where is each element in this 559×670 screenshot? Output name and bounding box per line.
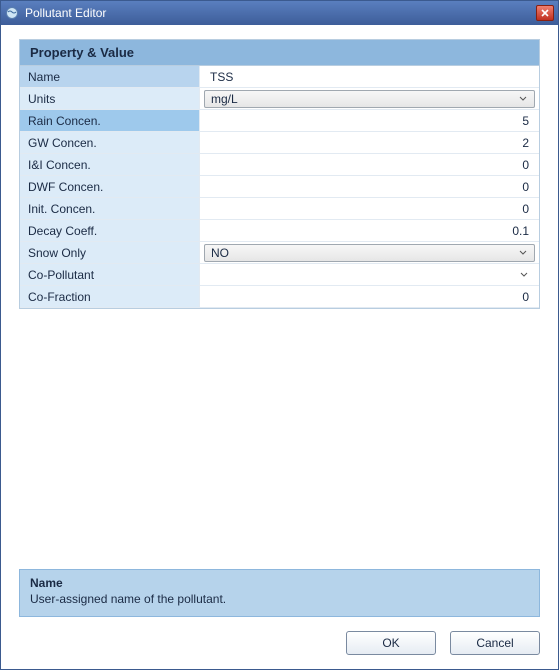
close-button[interactable] (536, 5, 554, 21)
titlebar: Pollutant Editor (1, 1, 558, 25)
ii-concen-value-text: 0 (522, 158, 529, 172)
spacer (19, 309, 540, 559)
property-grid: Property & Value Name TSS Units mg/L (19, 39, 540, 309)
help-description: User-assigned name of the pollutant. (30, 592, 529, 606)
app-icon (5, 6, 19, 20)
prop-label-ii-concen: I&I Concen. (20, 154, 200, 176)
prop-label-co-pollutant: Co-Pollutant (20, 264, 200, 286)
prop-value-units: mg/L (200, 88, 539, 110)
ok-button-label: OK (382, 636, 399, 650)
prop-value-dwf-concen[interactable]: 0 (200, 176, 539, 198)
units-dropdown[interactable]: mg/L (204, 90, 535, 108)
dwf-concen-value-text: 0 (522, 180, 529, 194)
chevron-down-icon (519, 270, 529, 280)
rain-concen-value-text: 5 (522, 114, 529, 128)
button-row: OK Cancel (19, 631, 540, 655)
prop-value-snow-only: NO (200, 242, 539, 264)
help-title: Name (30, 576, 529, 590)
decay-coeff-value-text: 0.1 (512, 224, 529, 238)
prop-label-name: Name (20, 66, 200, 88)
gw-concen-value-text: 2 (522, 136, 529, 150)
prop-value-co-pollutant (200, 264, 539, 286)
chevron-down-icon (518, 248, 528, 258)
window-title: Pollutant Editor (25, 6, 536, 20)
close-icon (540, 8, 550, 18)
chevron-down-icon (518, 94, 528, 104)
client-area: Property & Value Name TSS Units mg/L (1, 25, 558, 669)
init-concen-value-text: 0 (522, 202, 529, 216)
prop-label-gw-concen: GW Concen. (20, 132, 200, 154)
prop-label-rain-concen: Rain Concen. (20, 110, 200, 132)
units-dropdown-text: mg/L (211, 92, 518, 106)
name-value-text: TSS (210, 70, 233, 84)
ok-button[interactable]: OK (346, 631, 436, 655)
prop-label-init-concen: Init. Concen. (20, 198, 200, 220)
prop-value-name[interactable]: TSS (200, 66, 539, 88)
pollutant-editor-window: Pollutant Editor Property & Value Name T… (0, 0, 559, 670)
prop-label-dwf-concen: DWF Concen. (20, 176, 200, 198)
prop-value-decay-coeff[interactable]: 0.1 (200, 220, 539, 242)
co-pollutant-dropdown[interactable] (204, 266, 535, 284)
grid-header: Property & Value (20, 40, 539, 66)
snow-only-dropdown[interactable]: NO (204, 244, 535, 262)
co-fraction-value-text: 0 (522, 290, 529, 304)
prop-label-snow-only: Snow Only (20, 242, 200, 264)
cancel-button-label: Cancel (476, 636, 513, 650)
prop-label-co-fraction: Co-Fraction (20, 286, 200, 308)
cancel-button[interactable]: Cancel (450, 631, 540, 655)
prop-value-init-concen[interactable]: 0 (200, 198, 539, 220)
prop-label-units: Units (20, 88, 200, 110)
prop-value-gw-concen[interactable]: 2 (200, 132, 539, 154)
prop-value-ii-concen[interactable]: 0 (200, 154, 539, 176)
snow-only-dropdown-text: NO (211, 246, 518, 260)
prop-value-co-fraction[interactable]: 0 (200, 286, 539, 308)
prop-value-rain-concen[interactable]: 5 (200, 110, 539, 132)
grid-body: Name TSS Units mg/L Rain Concen. (20, 66, 539, 308)
help-panel: Name User-assigned name of the pollutant… (19, 569, 540, 617)
prop-label-decay-coeff: Decay Coeff. (20, 220, 200, 242)
